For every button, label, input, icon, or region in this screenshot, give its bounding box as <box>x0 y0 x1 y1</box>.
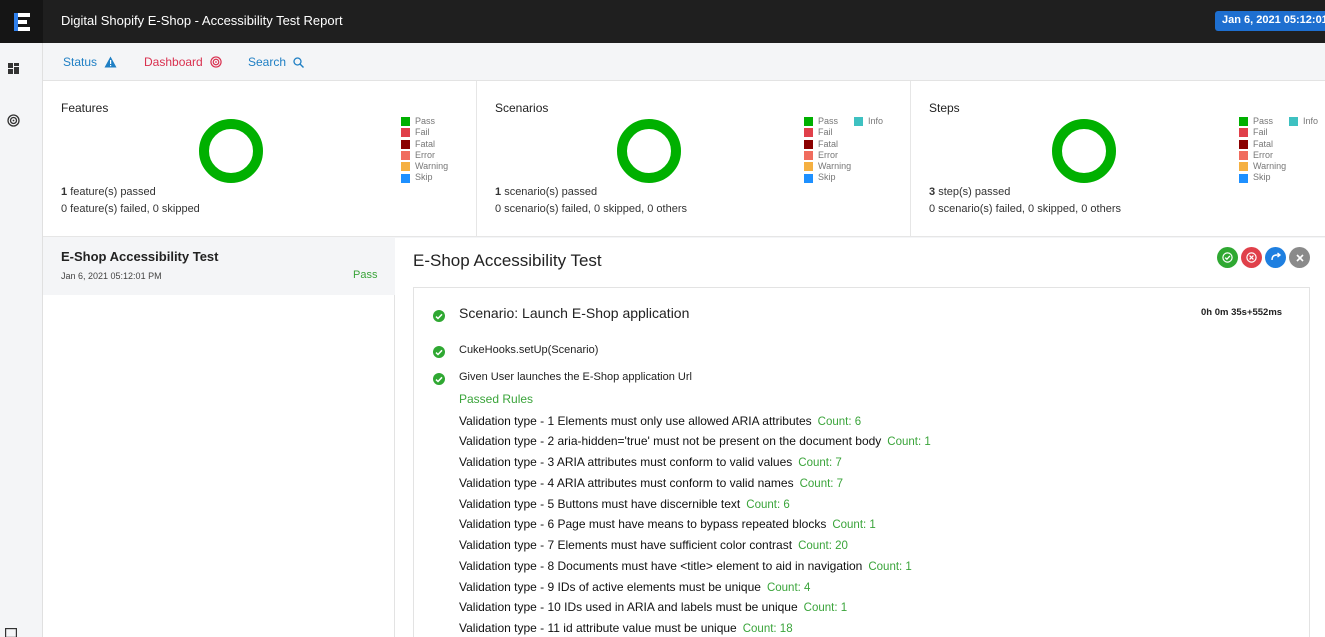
legend-item: Fatal <box>1239 139 1286 150</box>
test-detail-panel: E-Shop Accessibility Test Scenario: Laun… <box>395 238 1325 637</box>
search-icon <box>293 56 305 68</box>
steps-donut-pass-ring <box>1052 119 1116 183</box>
features-card: Features Pass Fail Fatal Error Warning S… <box>43 81 477 237</box>
target-icon[interactable] <box>6 113 20 127</box>
rule-row: Validation type - 3 ARIA attributes must… <box>459 455 842 469</box>
scenarios-donut-chart <box>617 119 681 183</box>
check-icon <box>433 346 445 358</box>
scenarios-passed-line: 1 scenario(s) passed <box>495 186 598 198</box>
legend-item: Warning <box>1239 161 1286 172</box>
rule-row: Validation type - 11 id attribute value … <box>459 621 793 635</box>
left-rail <box>0 43 43 637</box>
legend-item: Error <box>401 150 448 161</box>
nav-status[interactable]: Status <box>63 55 117 69</box>
legend-item: Info <box>854 116 883 127</box>
rule-row: Validation type - 5 Buttons must have di… <box>459 497 790 511</box>
filter-fail-button[interactable] <box>1241 247 1262 268</box>
scenarios-legend-info: Info <box>854 116 883 127</box>
step-text: Given User launches the E-Shop applicati… <box>459 371 692 383</box>
legend-item: Error <box>804 150 851 161</box>
legend-item: Error <box>1239 150 1286 161</box>
test-status-badge: Pass <box>353 269 378 281</box>
app-logo[interactable] <box>0 0 43 43</box>
scenario-title[interactable]: Scenario: Launch E-Shop application <box>459 305 689 321</box>
report-date-badge: Jan 6, 2021 05:12:01 PM <box>1215 11 1325 31</box>
scenario-duration: 0h 0m 35s+552ms <box>1201 307 1283 318</box>
steps-passed-line: 3 step(s) passed <box>929 186 1011 198</box>
check-icon <box>433 310 445 322</box>
legend-item: Warning <box>804 161 851 172</box>
steps-card: Steps Pass Fail Fatal Error Warning Skip… <box>911 81 1325 237</box>
legend-item: Pass <box>1239 116 1286 127</box>
scenarios-failed-line: 0 scenario(s) failed, 0 skipped, 0 other… <box>495 203 687 215</box>
steps-donut-chart <box>1052 119 1116 183</box>
legend-item: Fail <box>804 127 851 138</box>
legend-item: Fail <box>1239 127 1286 138</box>
rule-row: Validation type - 10 IDs used in ARIA an… <box>459 600 848 614</box>
nav-bar: Status Dashboard Search <box>43 43 1325 81</box>
rule-row: Validation type - 8 Documents must have … <box>459 559 912 573</box>
nav-status-label: Status <box>63 55 98 69</box>
features-legend: Pass Fail Fatal Error Warning Skip <box>401 116 448 184</box>
test-list-item[interactable]: E-Shop Accessibility Test Jan 6, 2021 05… <box>43 238 395 295</box>
legend-item: Info <box>1289 116 1318 127</box>
steps-legend: Pass Fail Fatal Error Warning Skip <box>1239 116 1286 184</box>
legend-item: Fatal <box>804 139 851 150</box>
legend-item: Pass <box>804 116 851 127</box>
clear-filter-button[interactable] <box>1289 247 1310 268</box>
rule-row: Validation type - 9 IDs of active elemen… <box>459 580 811 594</box>
nav-search[interactable]: Search <box>248 55 305 69</box>
legend-item: Fail <box>401 127 448 138</box>
features-donut-pass-ring <box>199 119 263 183</box>
app-title: Digital Shopify E-Shop - Accessibility T… <box>61 13 343 28</box>
rule-row: Validation type - 2 aria-hidden='true' m… <box>459 434 931 448</box>
legend-item: Skip <box>401 172 448 183</box>
scenarios-legend: Pass Fail Fatal Error Warning Skip <box>804 116 851 184</box>
steps-failed-line: 0 scenario(s) failed, 0 skipped, 0 other… <box>929 203 1121 215</box>
features-failed-line: 0 feature(s) failed, 0 skipped <box>61 203 200 215</box>
rule-row: Validation type - 6 Page must have means… <box>459 517 876 531</box>
detail-title: E-Shop Accessibility Test <box>413 251 602 270</box>
check-icon <box>433 373 445 385</box>
filter-skip-button[interactable] <box>1265 247 1286 268</box>
features-donut-chart <box>199 119 263 183</box>
nav-dashboard[interactable]: Dashboard <box>144 55 222 69</box>
nav-dashboard-label: Dashboard <box>144 55 203 69</box>
scenario-card: Scenario: Launch E-Shop application 0h 0… <box>413 287 1310 637</box>
filter-pass-button[interactable] <box>1217 247 1238 268</box>
check-icon <box>1222 252 1233 263</box>
steps-legend-info: Info <box>1289 116 1318 127</box>
test-time: Jan 6, 2021 05:12:01 PM <box>61 271 162 281</box>
passed-rules-heading: Passed Rules <box>459 392 534 406</box>
legend-item: Skip <box>804 172 851 183</box>
features-title: Features <box>61 101 109 115</box>
features-passed-line: 1 feature(s) passed <box>61 186 156 198</box>
close-icon <box>1295 253 1304 262</box>
top-bar: Digital Shopify E-Shop - Accessibility T… <box>0 0 1325 43</box>
legend-item: Pass <box>401 116 448 127</box>
scenarios-title: Scenarios <box>495 101 549 115</box>
scenarios-donut-pass-ring <box>617 119 681 183</box>
legend-item: Skip <box>1239 172 1286 183</box>
window-icon[interactable] <box>4 626 18 637</box>
test-name: E-Shop Accessibility Test <box>61 249 219 264</box>
scenarios-card: Scenarios Pass Fail Fatal Error Warning … <box>477 81 911 237</box>
rule-row: Validation type - 7 Elements must have s… <box>459 538 848 552</box>
steps-title: Steps <box>929 101 960 115</box>
dashboard-grid-icon[interactable] <box>6 61 20 75</box>
rule-row: Validation type - 4 ARIA attributes must… <box>459 476 844 490</box>
rule-row: Validation type - 1 Elements must only u… <box>459 414 862 428</box>
nav-search-label: Search <box>248 55 287 69</box>
redo-arrow-icon <box>1270 252 1281 261</box>
warning-icon <box>104 56 117 68</box>
legend-item: Warning <box>401 161 448 172</box>
close-icon <box>1246 252 1257 263</box>
test-list: E-Shop Accessibility Test Jan 6, 2021 05… <box>43 238 395 637</box>
step-text: CukeHooks.setUp(Scenario) <box>459 344 599 356</box>
legend-item: Fatal <box>401 139 448 150</box>
logo-icon <box>13 12 30 31</box>
target-icon <box>210 56 222 68</box>
